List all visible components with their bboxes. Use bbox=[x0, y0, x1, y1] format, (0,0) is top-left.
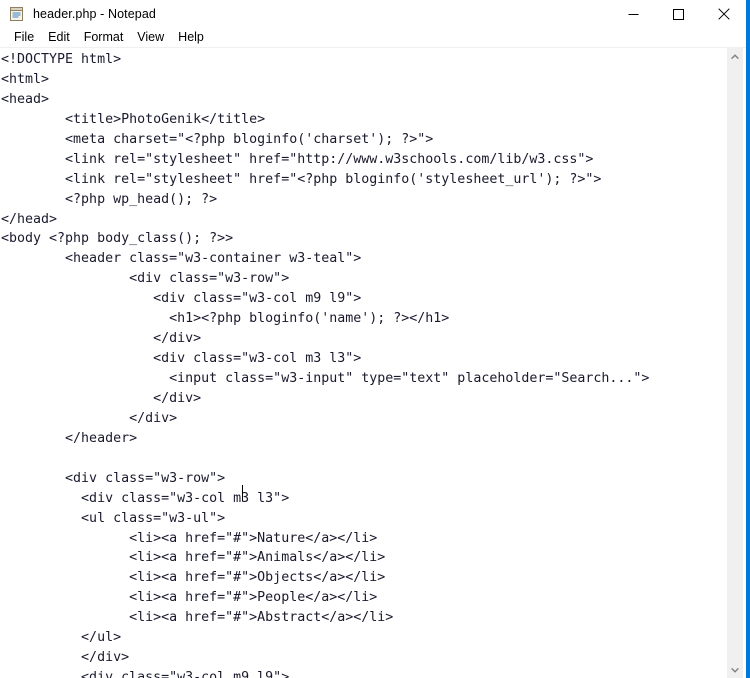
close-button[interactable] bbox=[701, 0, 746, 28]
code-line: </div> bbox=[1, 390, 202, 406]
maximize-icon bbox=[673, 8, 684, 20]
notepad-window: header.php - Notepad File Edit Format Vi… bbox=[0, 0, 750, 678]
text-editor-area[interactable]: <!DOCTYPE html> <html> <head> <title>Photo… bbox=[0, 48, 730, 678]
code-content[interactable]: <!DOCTYPE html> <html> <head> <title>Photo… bbox=[0, 50, 730, 678]
code-line: <title>PhotoGenik</title> bbox=[1, 111, 266, 127]
code-line: <input class="w3-input" type="text" plac… bbox=[1, 371, 650, 386]
code-line: <h1><?php bloginfo('name'); ?></h1> bbox=[1, 311, 450, 327]
code-line: <div class="w3-col m3 l3"> bbox=[1, 351, 362, 367]
code-line: </head> bbox=[1, 211, 58, 227]
chevron-down-icon bbox=[731, 667, 739, 673]
code-line: <ul class="w3-ul"> bbox=[1, 510, 226, 526]
title-bar[interactable]: header.php - Notepad bbox=[0, 0, 746, 28]
scroll-up-button[interactable] bbox=[727, 48, 743, 65]
code-line: <meta charset="<?php bloginfo('charset')… bbox=[1, 131, 434, 147]
scroll-down-button[interactable] bbox=[727, 661, 743, 678]
vertical-scrollbar[interactable] bbox=[726, 48, 743, 678]
menu-bar: File Edit Format View Help bbox=[0, 28, 746, 47]
code-line: <div class="w3-row"> bbox=[1, 470, 226, 486]
code-line: <div class="w3-col m9 l9"> bbox=[1, 291, 362, 307]
code-line: </div> bbox=[1, 410, 178, 426]
code-line: <li><a href="#">Abstract</a></li> bbox=[1, 610, 394, 626]
code-line: <body <?php body_class(); ?>> bbox=[1, 231, 234, 247]
code-line: <!DOCTYPE html> bbox=[1, 52, 122, 67]
code-line: <div class="w3-row"> bbox=[1, 271, 290, 287]
menu-item-edit[interactable]: Edit bbox=[41, 28, 77, 47]
text-caret bbox=[242, 485, 243, 501]
menu-item-file[interactable]: File bbox=[7, 28, 41, 47]
minimize-icon bbox=[628, 13, 639, 15]
window-title: header.php - Notepad bbox=[33, 7, 156, 21]
close-icon bbox=[717, 8, 730, 20]
scrollbar-track[interactable] bbox=[727, 65, 743, 661]
notepad-icon bbox=[9, 6, 25, 22]
code-line: <link rel="stylesheet" href="<?php blogi… bbox=[1, 171, 602, 187]
chevron-up-icon bbox=[731, 53, 739, 59]
code-line: </div> bbox=[1, 331, 202, 347]
code-line: <div class="w3-col m9 l9"> bbox=[1, 670, 290, 678]
code-line: <li><a href="#">People</a></li> bbox=[1, 590, 378, 606]
code-line: <html> bbox=[1, 71, 50, 87]
maximize-button[interactable] bbox=[656, 0, 701, 28]
code-line: <li><a href="#">Objects</a></li> bbox=[1, 570, 386, 586]
code-line: <div class="w3-col m3 l3"> bbox=[1, 490, 290, 506]
code-line: <link rel="stylesheet" href="http://www.… bbox=[1, 151, 594, 167]
code-line: </header> bbox=[1, 430, 138, 446]
code-line: <header class="w3-container w3-teal"> bbox=[1, 251, 362, 267]
code-line: <li><a href="#">Nature</a></li> bbox=[1, 530, 378, 546]
menu-item-help[interactable]: Help bbox=[171, 28, 211, 47]
code-line: </ul> bbox=[1, 630, 122, 646]
minimize-button[interactable] bbox=[611, 0, 656, 28]
code-line: </div> bbox=[1, 650, 130, 666]
code-line: <head> bbox=[1, 91, 50, 107]
code-line: <li><a href="#">Animals</a></li> bbox=[1, 550, 386, 566]
code-line: <?php wp_head(); ?> bbox=[1, 191, 218, 207]
menu-item-format[interactable]: Format bbox=[77, 28, 131, 47]
menu-item-view[interactable]: View bbox=[130, 28, 171, 47]
window-controls bbox=[611, 0, 746, 28]
